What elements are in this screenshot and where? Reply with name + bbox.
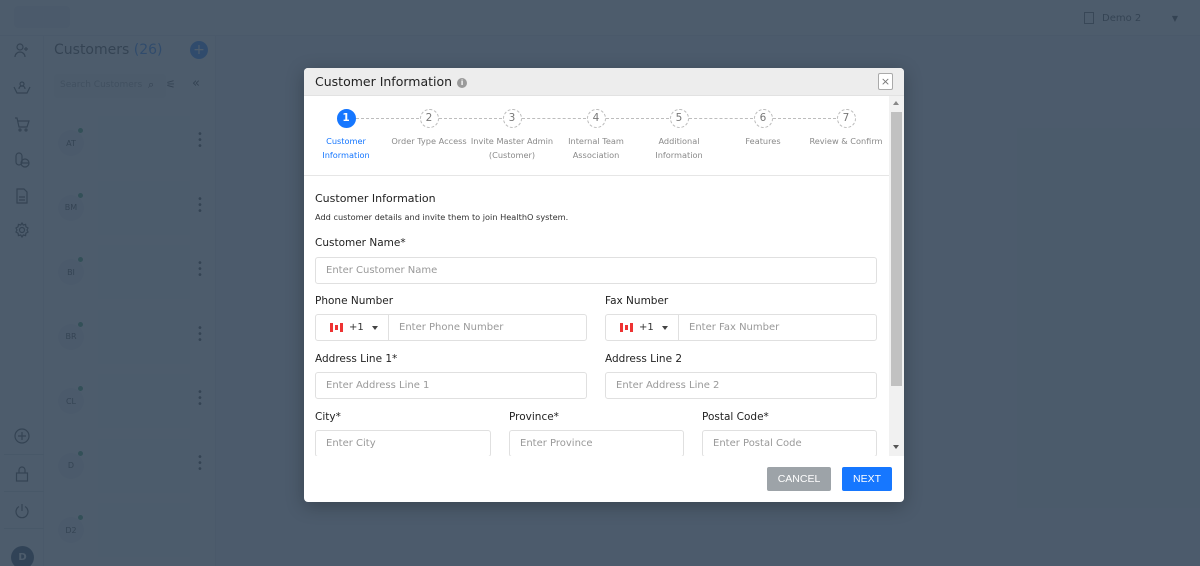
customer-name-field[interactable]	[315, 257, 877, 284]
stepper: 1 Customer Information 2 Order Type Access 3…	[304, 96, 889, 176]
phone-country-selector[interactable]: +1	[316, 315, 389, 340]
step-number: 1	[336, 109, 356, 128]
postal-code-field[interactable]	[702, 430, 877, 456]
chevron-down-icon	[371, 325, 378, 330]
modal-header: Customer Information i ×	[304, 68, 904, 96]
step-number: 5	[669, 109, 689, 128]
cancel-button[interactable]: CANCEL	[767, 467, 831, 491]
province-input[interactable]	[520, 438, 673, 449]
fax-number-input-wrap	[679, 322, 876, 333]
canada-flag-icon	[330, 323, 343, 332]
step-number: 7	[836, 109, 856, 128]
scroll-down-arrow-icon[interactable]	[893, 445, 899, 449]
address-line1-field[interactable]	[315, 372, 587, 399]
fax-number-input[interactable]	[689, 322, 876, 333]
province-label: Province*	[509, 411, 559, 423]
step-label: Review & Confirm	[809, 136, 883, 146]
next-button[interactable]: NEXT	[842, 467, 892, 491]
postal-code-label: Postal Code*	[702, 411, 769, 423]
modal-body: 1 Customer Information 2 Order Type Access 3…	[304, 96, 889, 456]
address-line2-label: Address Line 2	[605, 353, 683, 365]
customer-name-label: Customer Name*	[315, 237, 406, 249]
fax-number-label: Fax Number	[605, 295, 669, 307]
customer-name-input[interactable]	[326, 265, 866, 276]
info-icon[interactable]: i	[457, 78, 468, 88]
fax-country-code: +1	[639, 322, 654, 333]
city-label: City*	[315, 411, 341, 423]
city-input[interactable]	[326, 438, 480, 449]
fax-number-field: +1	[605, 314, 877, 341]
phone-number-input-wrap	[389, 322, 586, 333]
step-number: 3	[502, 109, 522, 128]
scrollbar-thumb[interactable]	[891, 112, 902, 386]
phone-number-label: Phone Number	[315, 295, 394, 307]
section-description: Add customer details and invite them to …	[315, 212, 569, 222]
address-line1-input[interactable]	[326, 380, 576, 391]
address-line2-field[interactable]	[605, 372, 877, 399]
province-field[interactable]	[509, 430, 684, 456]
city-field[interactable]	[315, 430, 491, 456]
modal-title: Customer Information i	[315, 74, 468, 89]
address-line2-input[interactable]	[616, 380, 866, 391]
phone-country-code: +1	[349, 322, 364, 333]
modal-title-text: Customer Information	[315, 74, 453, 89]
postal-code-input[interactable]	[713, 438, 866, 449]
close-button[interactable]: ×	[878, 73, 893, 90]
step-number: 4	[586, 109, 606, 128]
step-7[interactable]: 7 Review & Confirm	[796, 109, 889, 148]
section-title: Customer Information	[315, 192, 436, 205]
step-number: 6	[753, 109, 773, 128]
chevron-down-icon	[661, 325, 668, 330]
address-line1-label: Address Line 1*	[315, 353, 398, 365]
customer-information-modal: Customer Information i × 1 Customer Inform…	[304, 68, 904, 502]
phone-number-field: +1	[315, 314, 587, 341]
fax-country-selector[interactable]: +1	[606, 315, 679, 340]
canada-flag-icon	[620, 323, 633, 332]
scroll-up-arrow-icon[interactable]	[893, 101, 899, 105]
phone-number-input[interactable]	[399, 322, 586, 333]
modal-scrollbar[interactable]	[889, 96, 904, 456]
step-number: 2	[419, 109, 439, 128]
